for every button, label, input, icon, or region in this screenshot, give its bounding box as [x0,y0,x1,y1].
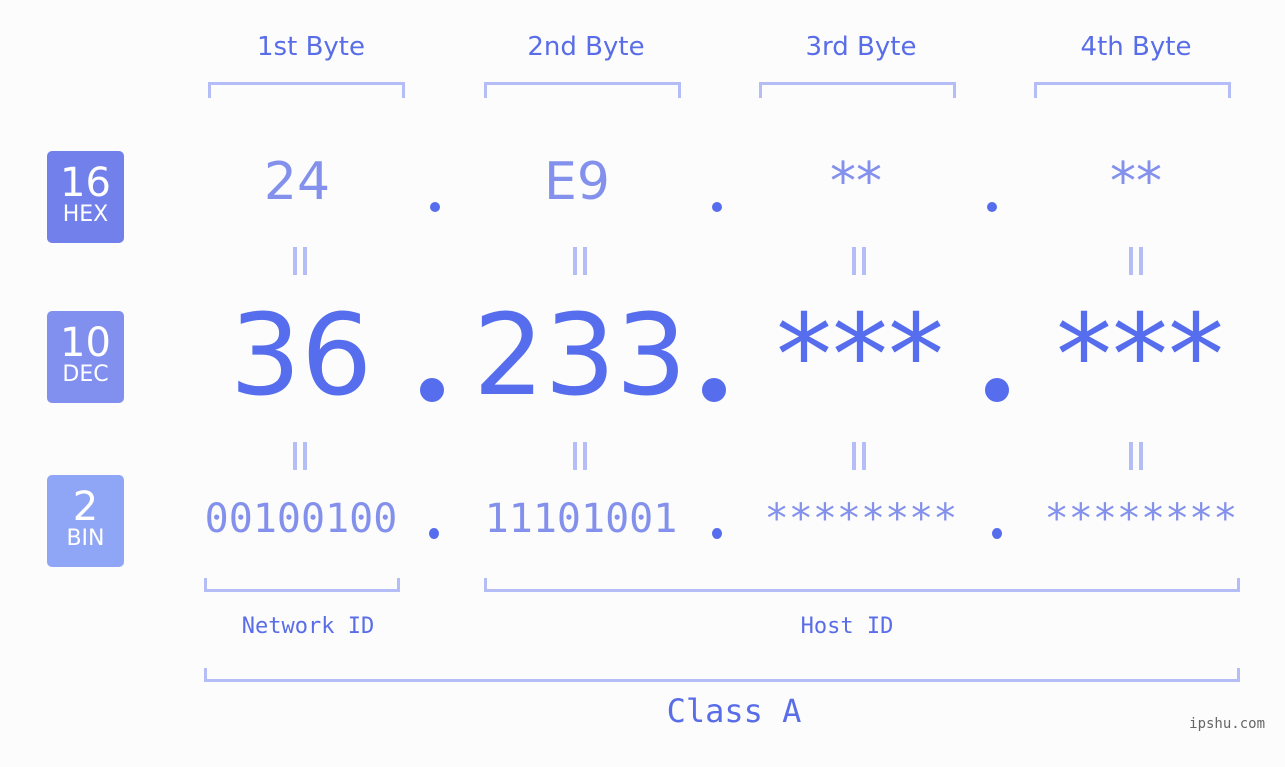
byte-header-4: 4th Byte [1080,32,1192,62]
dec-byte-3: *** [776,291,944,421]
equals-icon [1129,442,1143,470]
equals-icon [293,247,307,275]
hex-base-label: HEX [62,202,109,227]
bin-byte-1: 00100100 [204,496,398,542]
hex-byte-2: E9 [544,152,610,212]
hex-base-number: 16 [60,160,111,206]
hex-dot-1 [430,202,440,212]
class-bracket [204,668,1240,682]
hex-dot-3 [987,202,997,212]
watermark: ipshu.com [1189,716,1265,732]
network-id-label: Network ID [241,614,375,639]
equals-icon [573,442,587,470]
hex-badge: 16 HEX [47,151,124,243]
byte-bracket-2 [484,82,681,98]
bin-base-label: BIN [66,526,105,551]
dec-dot-1 [420,378,444,402]
dec-dot-2 [702,378,726,402]
byte-header-1: 1st Byte [257,32,365,62]
bin-badge: 2 BIN [47,475,124,567]
hex-byte-3: ** [830,152,882,212]
network-id-bracket [204,578,400,592]
bin-byte-2: 11101001 [484,496,678,542]
dec-base-label: DEC [62,362,109,387]
hex-byte-1: 24 [263,152,331,212]
byte-bracket-3 [759,82,956,98]
bin-byte-3: ******** [764,496,958,542]
bin-dot-2 [712,528,722,539]
bin-dot-3 [992,528,1002,539]
equals-icon [852,442,866,470]
equals-icon [1129,247,1143,275]
dec-byte-2: 233 [473,291,687,421]
bin-byte-4: ******** [1044,496,1238,542]
dec-base-number: 10 [60,320,111,366]
hex-byte-4: ** [1110,152,1162,212]
dec-byte-1: 36 [229,291,373,421]
equals-icon [852,247,866,275]
host-id-bracket [484,578,1240,592]
bin-base-number: 2 [72,484,99,530]
hex-dot-2 [712,202,722,212]
dec-badge: 10 DEC [47,311,124,403]
bin-dot-1 [429,528,439,539]
dec-byte-4: *** [1056,291,1224,421]
equals-icon [573,247,587,275]
equals-icon [293,442,307,470]
byte-header-2: 2nd Byte [527,32,645,62]
class-label: Class A [666,692,802,730]
byte-bracket-4 [1034,82,1231,98]
dec-dot-3 [985,378,1009,402]
byte-header-3: 3rd Byte [805,32,917,62]
host-id-label: Host ID [800,614,894,639]
byte-bracket-1 [208,82,405,98]
